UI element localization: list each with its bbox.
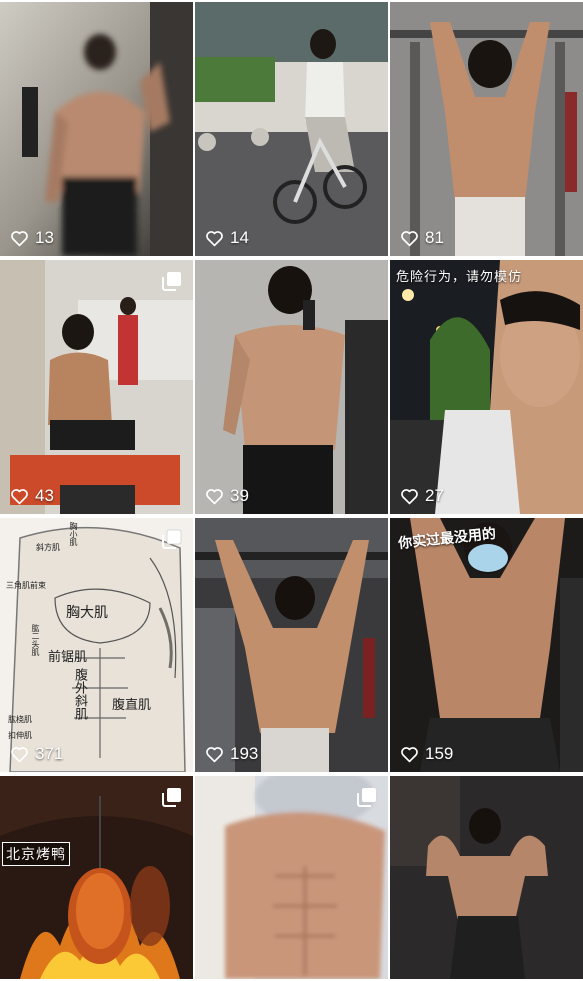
thumbnail-image (390, 518, 583, 772)
anatomy-label: 肱桡肌 (8, 715, 32, 724)
like-count-value: 81 (425, 228, 444, 247)
post-tile[interactable]: 胸大肌 前锯肌 腹外斜肌 腹直肌 三角肌前束 斜方肌 胸小肌 肱桡肌 扣伸肌 肱… (0, 518, 193, 772)
like-count-value: 27 (425, 486, 444, 505)
heart-outline-icon (401, 230, 418, 246)
like-count: 159 (400, 744, 453, 764)
thumbnail-image (390, 2, 583, 256)
heart-outline-icon (206, 746, 223, 762)
post-tile[interactable] (390, 776, 583, 979)
heart-outline-icon (401, 488, 418, 504)
overlay-caption: 北京烤鸭 (2, 842, 70, 866)
heart-outline-icon (11, 488, 28, 504)
anatomy-label: 腹直肌 (112, 698, 152, 713)
post-tile[interactable]: 39 (195, 260, 388, 514)
thumbnail-image (195, 2, 388, 256)
heart-outline-icon (11, 230, 28, 246)
like-count: 27 (400, 486, 444, 506)
post-grid: 13 14 81 43 39 危险行为，请勿模仿 27 胸大肌 前锯肌 腹外斜肌… (0, 0, 583, 981)
multi-image-icon (162, 788, 181, 807)
like-count-value: 193 (230, 744, 259, 763)
anatomy-label: 斜方肌 (36, 543, 60, 552)
like-count: 81 (400, 228, 444, 248)
thumbnail-image (195, 260, 388, 514)
like-count-value: 13 (35, 228, 54, 247)
multi-image-icon (162, 272, 181, 291)
like-count: 193 (205, 744, 258, 764)
multi-image-icon (162, 529, 182, 549)
post-tile[interactable]: 危险行为，请勿模仿 27 (390, 260, 583, 514)
thumbnail-image (390, 260, 583, 514)
overlay-caption: 危险行为，请勿模仿 (396, 270, 523, 285)
like-count: 371 (10, 744, 63, 764)
like-count: 39 (205, 486, 249, 506)
post-tile[interactable]: 81 (390, 2, 583, 256)
anatomy-label: 肱二头肌 (31, 624, 40, 656)
like-count: 13 (10, 228, 54, 248)
like-count-value: 159 (425, 744, 454, 763)
post-tile[interactable]: 北京烤鸭 (0, 776, 193, 979)
post-tile[interactable] (195, 776, 388, 979)
post-tile[interactable]: 13 (0, 2, 193, 256)
post-tile[interactable]: 你实过最没用的 159 (390, 518, 583, 772)
thumbnail-image (390, 776, 583, 979)
like-count: 43 (10, 486, 54, 506)
multi-image-icon (357, 788, 376, 807)
like-count-value: 43 (35, 486, 54, 505)
heart-outline-icon (206, 488, 223, 504)
heart-outline-icon (206, 230, 223, 246)
heart-outline-icon (11, 746, 28, 762)
anatomy-label: 腹外斜肌 (72, 668, 87, 720)
post-tile[interactable]: 43 (0, 260, 193, 514)
anatomy-label: 扣伸肌 (8, 731, 32, 740)
like-count-value: 371 (35, 744, 64, 763)
like-count-value: 39 (230, 486, 249, 505)
like-count-value: 14 (230, 228, 249, 247)
thumbnail-image (0, 260, 193, 514)
anatomy-label: 前锯肌 (48, 650, 88, 665)
anatomy-label: 胸大肌 (66, 605, 108, 621)
thumbnail-image (195, 518, 388, 772)
post-tile[interactable]: 14 (195, 2, 388, 256)
thumbnail-image (0, 2, 193, 256)
post-tile[interactable]: 193 (195, 518, 388, 772)
like-count: 14 (205, 228, 249, 248)
heart-outline-icon (401, 746, 418, 762)
anatomy-label: 三角肌前束 (6, 581, 46, 590)
anatomy-label: 胸小肌 (69, 522, 78, 546)
